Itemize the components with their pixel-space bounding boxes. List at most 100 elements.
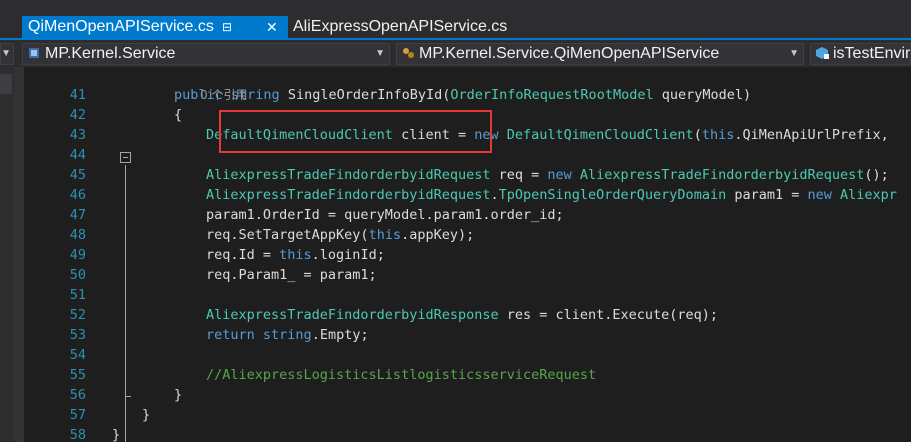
code-line[interactable]: 56} <box>0 385 887 405</box>
code-line[interactable]: 53 return string.Empty; <box>0 325 887 345</box>
tab-label: AliExpressOpenAPIService.cs <box>293 18 508 35</box>
code-text: param1.OrderId = queryModel.param1.order… <box>206 205 564 225</box>
code-token: } <box>174 387 183 403</box>
code-line[interactable]: 52 AliexpressTradeFindorderbyidResponse r… <box>0 305 887 325</box>
code-text: return string.Empty; <box>206 325 369 345</box>
code-token: this <box>368 227 402 243</box>
code-line[interactable]: 45 AliexpressTradeFindorderbyidRequest re… <box>0 165 889 185</box>
line-number: 53 <box>69 327 86 343</box>
class-label: MP.Kernel.Service.QiMenOpenAPIService <box>419 45 720 62</box>
code-token: OrderInfoRequestRootModel <box>450 87 654 103</box>
code-token: //AliexpressLogisticsListlogisticsservic… <box>206 367 597 383</box>
chevron-down-icon: ▼ <box>789 48 799 59</box>
code-line[interactable]: 54 <box>0 345 887 365</box>
code-token: .appKey); <box>401 227 475 243</box>
navigation-bar: ▼ MP.Kernel.Service ▼ MP.Kernel.Service.… <box>0 40 911 67</box>
code-token: (); <box>864 167 889 183</box>
line-number: 50 <box>69 267 86 283</box>
project-icon <box>27 46 41 60</box>
line-number: 58 <box>69 427 86 442</box>
code-text: AliexpressTradeFindorderbyidRequest req … <box>206 165 889 185</box>
class-icon <box>401 46 415 60</box>
code-token: public <box>174 87 223 103</box>
code-token: req.Id = <box>206 247 280 263</box>
code-token: new <box>547 167 572 183</box>
code-text: //AliexpressLogisticsListlogisticsservic… <box>206 365 596 385</box>
code-token: param1 = <box>726 187 808 203</box>
code-token: TpOpenSingleOrderQueryDomain <box>498 187 727 203</box>
line-number: 51 <box>69 287 86 303</box>
project-label: MP.Kernel.Service <box>45 45 176 62</box>
close-icon[interactable]: ✕ <box>266 16 278 38</box>
code-token: AliexpressTradeFindorderbyidRequest <box>579 167 865 183</box>
code-token: res = client.Execute(req); <box>498 307 719 323</box>
code-text: req.SetTargetAppKey(this.appKey); <box>206 225 474 245</box>
line-number: 44 <box>69 147 86 163</box>
code-token: DefaultQimenCloudClient <box>506 127 694 143</box>
code-token: ( <box>693 127 702 143</box>
line-number: 42 <box>69 107 86 123</box>
code-token: . <box>490 187 499 203</box>
code-line[interactable]: 46 AliexpressTradeFindorderbyidRequest.Tp… <box>0 185 897 205</box>
line-number: 47 <box>69 207 86 223</box>
project-dropdown[interactable]: MP.Kernel.Service ▼ <box>22 43 390 65</box>
codelens-hint[interactable]: 0 个引用 <box>0 65 887 102</box>
code-line[interactable]: 50 req.Param1_ = param1; <box>0 265 887 285</box>
code-token: string <box>262 327 312 343</box>
code-token: this <box>701 127 735 143</box>
code-text: req.Id = this.loginId; <box>206 245 385 265</box>
class-dropdown[interactable]: MP.Kernel.Service.QiMenOpenAPIService ▼ <box>396 43 804 65</box>
code-token: param1.OrderId = queryModel.param1.order… <box>206 207 564 223</box>
code-editor[interactable]: 0 个引用 41 public string SingleOrderInfoByI… <box>0 67 911 442</box>
scope-dropdown[interactable]: ▼ <box>0 43 14 65</box>
code-token: req.SetTargetAppKey( <box>206 227 369 243</box>
code-line[interactable]: 49 req.Id = this.loginId; <box>0 245 887 265</box>
code-token: req = <box>490 167 548 183</box>
field-icon <box>815 46 829 60</box>
collapse-toggle-icon[interactable] <box>120 152 131 163</box>
line-number: 54 <box>69 347 86 363</box>
highlight-annotation <box>219 110 492 153</box>
code-token: req.Param1_ = param1; <box>206 267 377 283</box>
code-token: .QiMenApiUrlPrefix, <box>734 127 889 143</box>
code-line[interactable]: 41 public string SingleOrderInfoById(Orde… <box>0 85 887 105</box>
line-number: 49 <box>69 247 86 263</box>
code-text: { <box>174 105 182 125</box>
code-token: } <box>142 407 151 423</box>
code-line[interactable]: 48 req.SetTargetAppKey(this.appKey); <box>0 225 887 245</box>
tab-qimen-openapi-service[interactable]: QiMenOpenAPIService.cs ⊟ ✕ <box>22 16 288 38</box>
code-line[interactable]: 55 //AliexpressLogisticsListlogisticsserv… <box>0 365 887 385</box>
chevron-down-icon: ▼ <box>375 48 385 59</box>
code-text: AliexpressTradeFindorderbyidRequest.TpOp… <box>206 185 897 205</box>
code-token: SingleOrderInfoById( <box>279 87 451 103</box>
code-text: } <box>174 385 182 405</box>
tab-aliexpress-openapi-service[interactable]: AliExpressOpenAPIService.cs <box>289 16 507 38</box>
line-number: 45 <box>69 167 86 183</box>
pin-icon[interactable]: ⊟ <box>222 16 232 38</box>
code-token: queryModel) <box>653 87 752 103</box>
document-tab-bar: QiMenOpenAPIService.cs ⊟ ✕ AliExpressOpe… <box>0 0 911 40</box>
code-token: .loginId; <box>311 247 385 263</box>
code-token: Aliexpr <box>840 187 897 203</box>
code-text: AliexpressTradeFindorderbyidResponse res… <box>206 305 718 325</box>
code-token: new <box>807 187 832 203</box>
code-text: } <box>142 405 150 425</box>
member-label: isTestEnvir <box>833 45 911 62</box>
code-line[interactable]: 57} <box>0 405 887 425</box>
line-number: 56 <box>69 387 86 403</box>
line-number: 43 <box>69 127 86 143</box>
code-token: AliexpressTradeFindorderbyidRequest <box>206 187 491 203</box>
code-line[interactable]: 47 param1.OrderId = queryModel.param1.ord… <box>0 205 887 225</box>
member-dropdown[interactable]: isTestEnvir <box>810 43 911 65</box>
line-number: 57 <box>69 407 86 423</box>
line-number: 46 <box>69 187 86 203</box>
code-line[interactable]: 58} <box>0 425 887 442</box>
code-line[interactable]: 51 <box>0 285 887 305</box>
line-number: 48 <box>69 227 86 243</box>
tab-label: QiMenOpenAPIService.cs <box>28 18 214 35</box>
code-text: } <box>112 425 120 442</box>
